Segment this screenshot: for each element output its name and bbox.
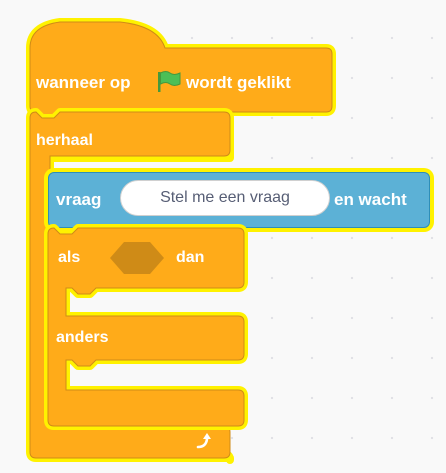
then-label: dan — [176, 249, 205, 266]
if-label: als — [58, 249, 81, 266]
if-else-block-shape[interactable] — [0, 0, 446, 473]
script-stack[interactable]: wanneer op wordt geklikt herhaal vraag S… — [0, 0, 446, 473]
else-label: anders — [56, 329, 109, 346]
